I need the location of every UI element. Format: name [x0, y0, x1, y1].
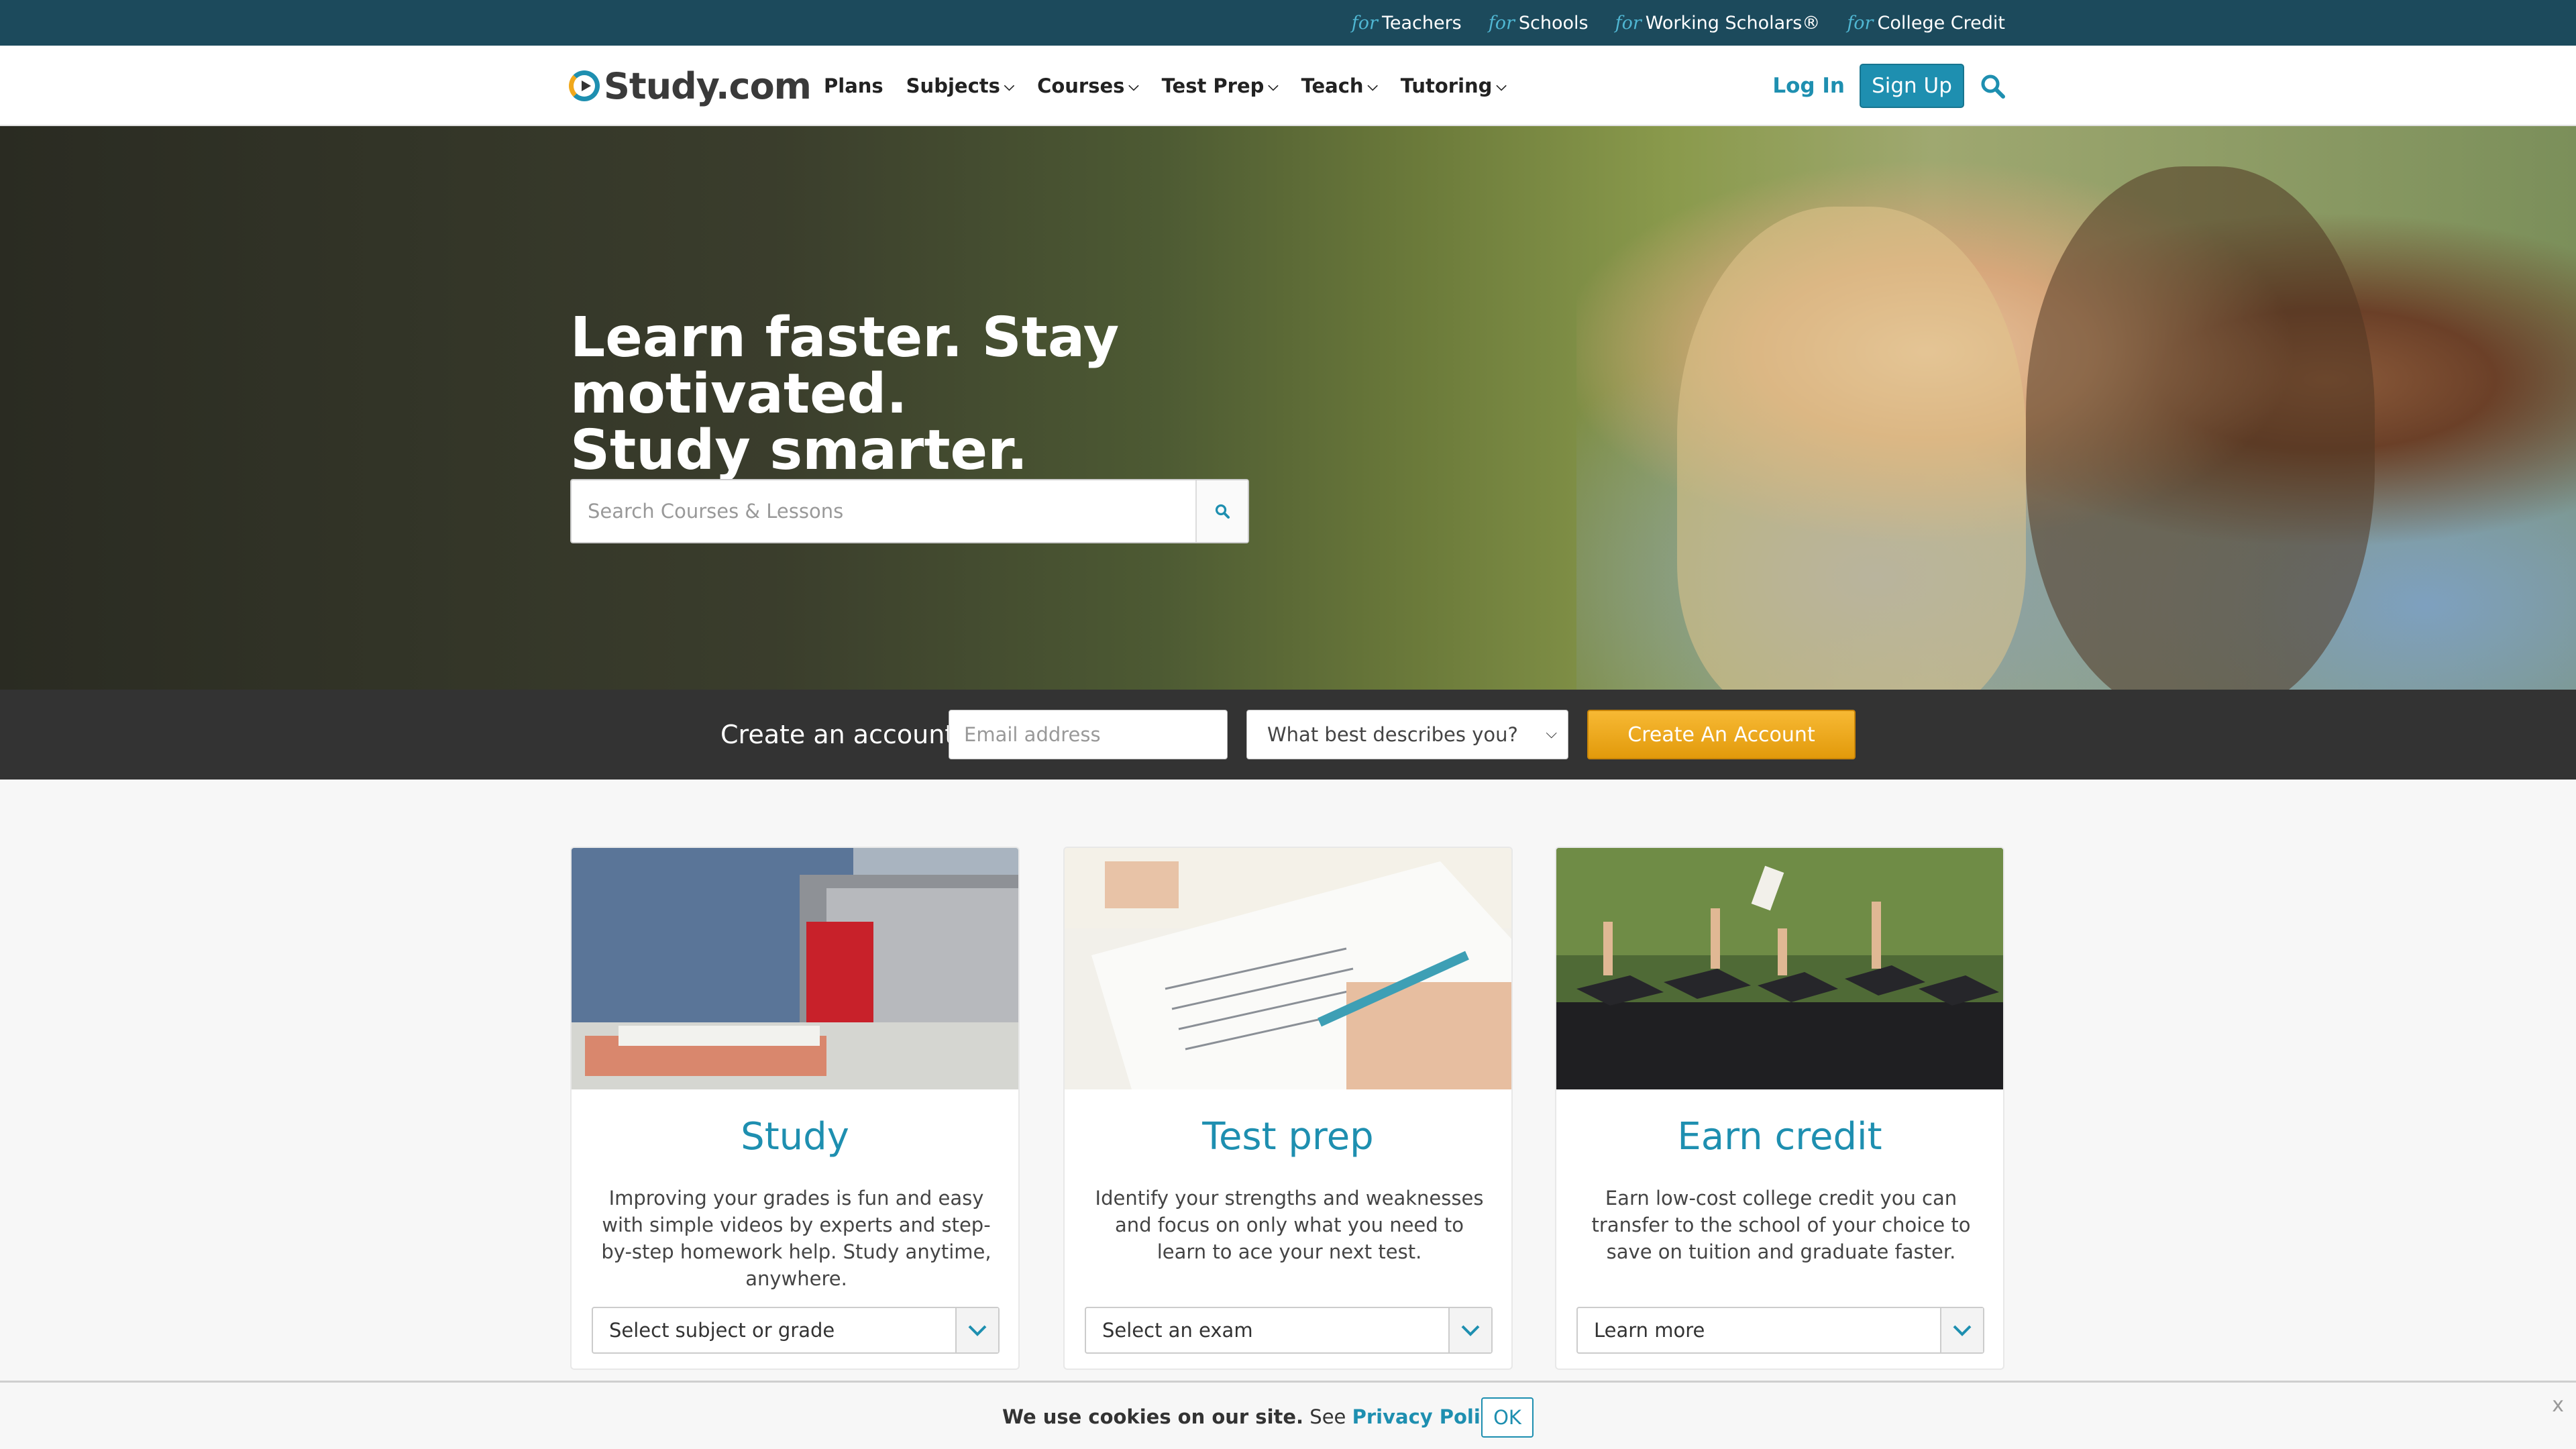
- link-for-teachers[interactable]: for Teachers: [1352, 13, 1462, 34]
- search-icon[interactable]: [1979, 72, 2006, 99]
- study-laptop-photo: [572, 848, 1018, 1089]
- primary-nav: Plans Subjects ⌵ Courses ⌵ Test Prep ⌵ Teac…: [824, 46, 1507, 126]
- email-field[interactable]: [949, 710, 1228, 759]
- hero-photo-student-right: [2026, 166, 2375, 690]
- audience-links: for Teachers for Schools for Working Schola…: [1352, 0, 2005, 46]
- chevron-down-icon: ⌵: [1496, 78, 1507, 94]
- chevron-down-icon: ⌵: [1004, 78, 1015, 94]
- cookie-consent-bar: We use cookies on our site. See Privacy …: [0, 1381, 2576, 1449]
- hero-search-button[interactable]: [1195, 480, 1248, 542]
- card-title: Earn credit: [1677, 1115, 1882, 1159]
- create-account-button[interactable]: Create An Account: [1587, 710, 1856, 759]
- hero-search-input[interactable]: [572, 480, 1197, 542]
- exam-select[interactable]: Select an exam: [1085, 1307, 1493, 1354]
- learn-more-select[interactable]: Learn more: [1576, 1307, 1984, 1354]
- signup-button[interactable]: Sign Up: [1860, 64, 1964, 108]
- nav-teach[interactable]: Teach ⌵: [1301, 74, 1378, 97]
- hero-headline: Learn faster. Stay motivated. Study smar…: [570, 306, 1120, 482]
- nav-tutoring[interactable]: Tutoring ⌵: [1401, 74, 1507, 97]
- nav-account-actions: Log In Sign Up: [1772, 46, 2006, 126]
- subject-grade-select[interactable]: Select subject or grade: [592, 1307, 1000, 1354]
- card-title: Test prep: [1202, 1115, 1374, 1159]
- search-icon: [1215, 504, 1230, 519]
- play-logo-icon: [569, 70, 600, 101]
- hero-search-box: [570, 479, 1249, 543]
- card-study: Study Improving your grades is fun and e…: [570, 847, 1020, 1370]
- link-for-working-scholars[interactable]: for Working Scholars®: [1615, 13, 1821, 34]
- chevron-down-icon[interactable]: [1940, 1308, 1983, 1352]
- card-test-prep: Test prep Identify your strengths and we…: [1063, 847, 1513, 1370]
- card-earn-credit: Earn credit Earn low-cost college credit…: [1555, 847, 2004, 1370]
- logo-text: Study.com: [604, 64, 812, 107]
- login-link[interactable]: Log In: [1772, 74, 1845, 98]
- create-account-label: Create an account: [720, 720, 955, 749]
- main-navbar: Study.com Plans Subjects ⌵ Courses ⌵ Test …: [0, 46, 2576, 126]
- chevron-down-icon: ⌵: [1268, 78, 1279, 94]
- nav-subjects[interactable]: Subjects ⌵: [906, 74, 1014, 97]
- top-utility-bar: for Teachers for Schools for Working Schola…: [0, 0, 2576, 46]
- link-for-college-credit[interactable]: for College Credit: [1847, 13, 2005, 34]
- chevron-down-icon: ⌵: [1367, 78, 1378, 94]
- create-account-bar: Create an account What best describes yo…: [0, 690, 2576, 780]
- chevron-down-icon[interactable]: [955, 1308, 998, 1352]
- card-description: Improving your grades is fun and easy wi…: [601, 1187, 991, 1290]
- cookie-ok-button[interactable]: OK: [1481, 1397, 1534, 1438]
- card-title: Study: [741, 1115, 849, 1159]
- link-for-schools[interactable]: for Schools: [1489, 13, 1589, 34]
- graduation-photo: [1556, 848, 2003, 1089]
- nav-courses[interactable]: Courses ⌵: [1037, 74, 1139, 97]
- card-description: Identify your strengths and weaknesses a…: [1095, 1187, 1484, 1263]
- test-paper-photo: [1065, 848, 1511, 1089]
- cookie-message: We use cookies on our site. See Privacy …: [1002, 1405, 1505, 1428]
- hero-photo-student-left: [1677, 207, 2026, 690]
- nav-plans[interactable]: Plans: [824, 74, 883, 97]
- role-select[interactable]: What best describes you? ⌵: [1246, 710, 1568, 759]
- card-description: Earn low-cost college credit you can tra…: [1591, 1187, 1971, 1263]
- chevron-down-icon[interactable]: [1448, 1308, 1491, 1352]
- feature-cards: Study Improving your grades is fun and e…: [570, 847, 2006, 1370]
- chevron-down-icon: ⌵: [1128, 78, 1139, 94]
- close-icon[interactable]: x: [2552, 1393, 2564, 1417]
- site-logo[interactable]: Study.com: [569, 60, 812, 111]
- chevron-down-icon: ⌵: [1546, 725, 1557, 742]
- nav-test-prep[interactable]: Test Prep ⌵: [1162, 74, 1279, 97]
